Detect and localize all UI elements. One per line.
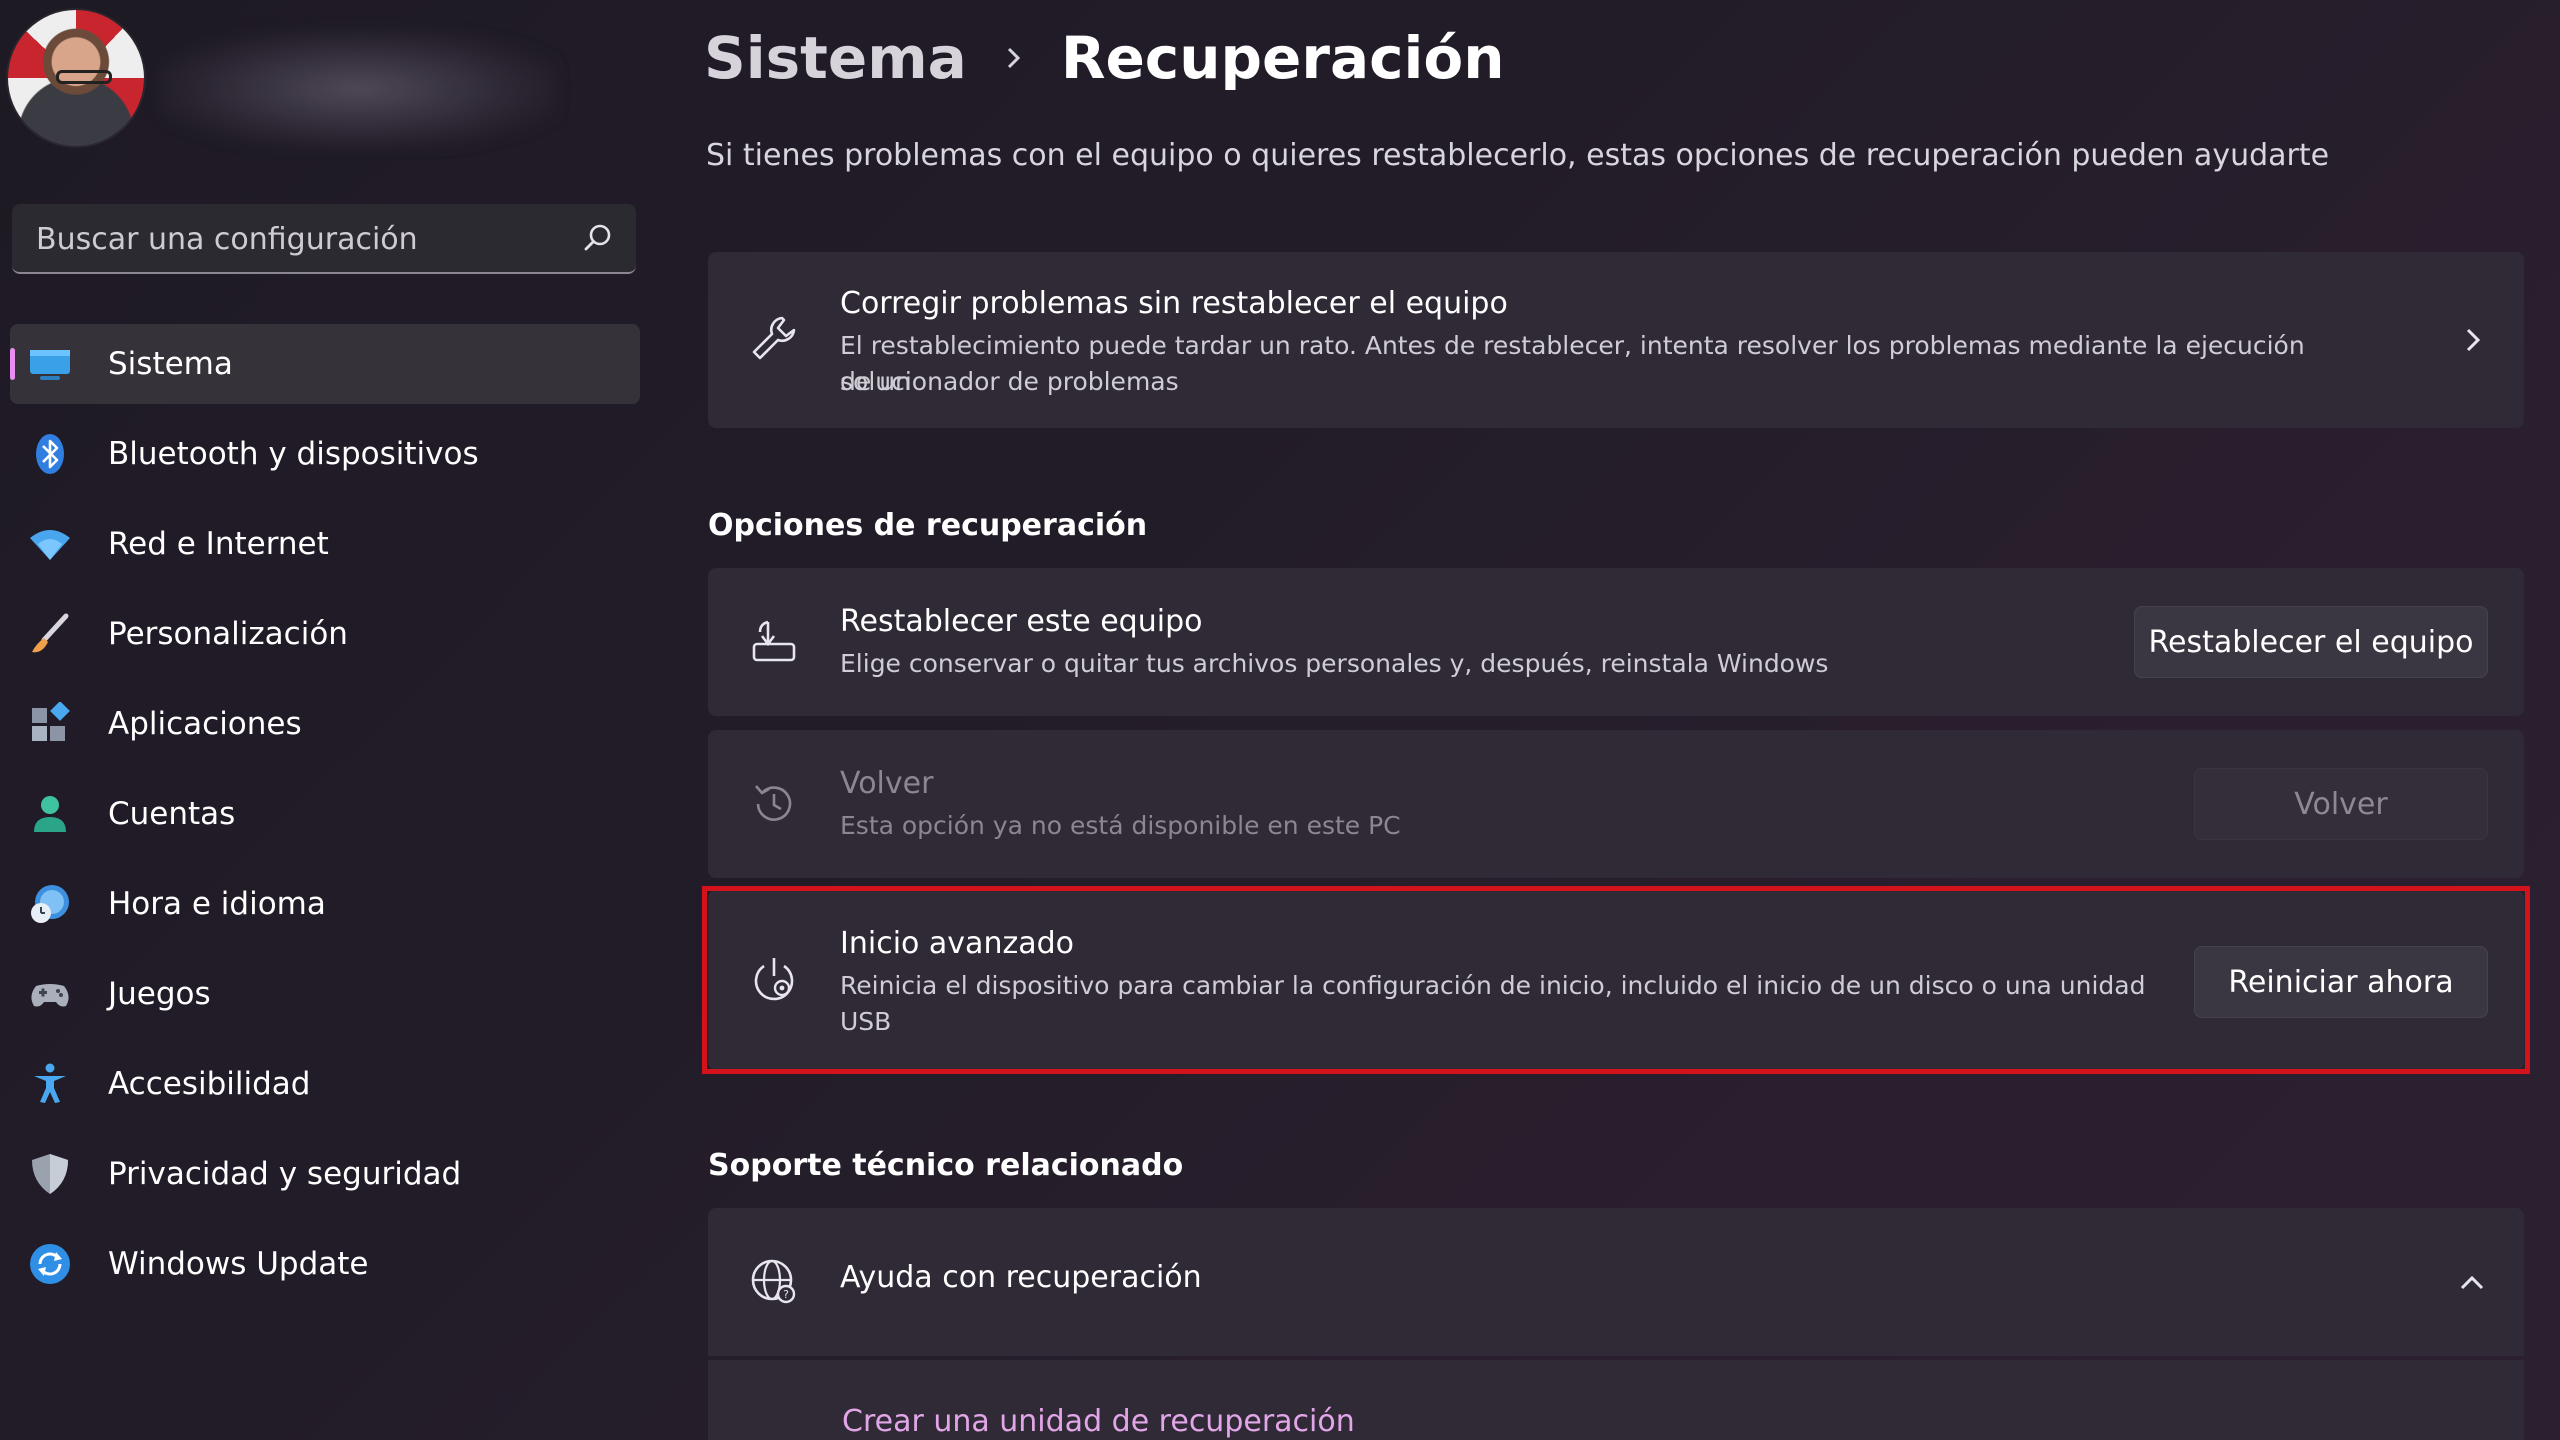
go-back-desc: Esta opción ya no está disponible en est… xyxy=(840,811,1401,840)
search-box[interactable] xyxy=(12,204,636,274)
blurred-account-name xyxy=(158,30,558,148)
page-title: Recuperación xyxy=(1060,24,1505,92)
sidebar-item-label: Personalización xyxy=(108,616,348,652)
advanced-startup-desc: Reinicia el dispositivo para cambiar la … xyxy=(840,971,2146,1000)
monitor-icon xyxy=(30,350,70,380)
help-recovery-card[interactable]: ? Ayuda con recuperación xyxy=(708,1208,2524,1356)
sidebar-item-hora[interactable]: Hora e idioma xyxy=(10,864,640,944)
user-avatar[interactable] xyxy=(8,10,144,146)
sidebar-item-label: Accesibilidad xyxy=(108,1066,311,1102)
shield-icon xyxy=(32,1154,68,1194)
sidebar-item-label: Sistema xyxy=(108,346,233,382)
fix-problems-desc-2: solucionador de problemas xyxy=(840,367,1179,396)
power-settings-icon xyxy=(754,958,794,1001)
search-icon[interactable] xyxy=(582,222,614,254)
help-recovery-title: Ayuda con recuperación xyxy=(840,1260,1202,1295)
gamepad-icon xyxy=(31,984,69,1007)
sidebar-item-label: Hora e idioma xyxy=(108,886,326,922)
sidebar-item-red[interactable]: Red e Internet xyxy=(10,504,640,584)
sidebar-nav: Sistema Bluetooth y dispositivos Red e I… xyxy=(10,324,640,1314)
sidebar-item-windows-update[interactable]: Windows Update xyxy=(10,1224,640,1304)
apps-icon xyxy=(32,702,70,741)
sidebar-item-label: Privacidad y seguridad xyxy=(108,1156,462,1192)
reset-pc-card: Restablecer este equipo Elige conservar … xyxy=(708,568,2524,716)
update-icon xyxy=(30,1244,70,1284)
sidebar-item-label: Juegos xyxy=(108,976,211,1012)
sidebar-item-label: Bluetooth y dispositivos xyxy=(108,436,479,472)
advanced-startup-title: Inicio avanzado xyxy=(840,926,1074,961)
create-recovery-drive-link[interactable]: Crear una unidad de recuperación xyxy=(842,1404,1355,1439)
bluetooth-icon xyxy=(36,434,64,474)
go-back-card: Volver Esta opción ya no está disponible… xyxy=(708,730,2524,878)
fix-problems-card[interactable]: Corregir problemas sin restablecer el eq… xyxy=(708,252,2524,428)
sidebar-item-aplicaciones[interactable]: Aplicaciones xyxy=(10,684,640,764)
search-input[interactable] xyxy=(34,204,558,274)
sidebar-item-label: Windows Update xyxy=(108,1246,369,1282)
breadcrumb-parent[interactable]: Sistema xyxy=(704,24,967,92)
sidebar-item-privacidad[interactable]: Privacidad y seguridad xyxy=(10,1134,640,1214)
sidebar-item-accesibilidad[interactable]: Accesibilidad xyxy=(10,1044,640,1124)
person-icon xyxy=(34,796,66,832)
sidebar-item-label: Red e Internet xyxy=(108,526,329,562)
breadcrumb: Sistema Recuperación xyxy=(704,18,1504,98)
wifi-icon xyxy=(30,530,70,560)
wrench-icon xyxy=(752,316,796,360)
chevron-up-icon[interactable] xyxy=(2456,1268,2488,1296)
brush-icon xyxy=(32,613,69,653)
globe-help-icon: ? xyxy=(751,1259,796,1304)
fix-problems-title: Corregir problemas sin restablecer el eq… xyxy=(840,286,1508,321)
go-back-button[interactable]: Volver xyxy=(2194,768,2488,840)
page-subtitle: Si tienes problemas con el equipo o quie… xyxy=(706,138,2330,173)
reset-pc-button[interactable]: Restablecer el equipo xyxy=(2134,606,2488,678)
accessibility-icon xyxy=(34,1063,66,1103)
chevron-right-icon xyxy=(1007,47,1020,69)
advanced-startup-card: Inicio avanzado Reinicia el dispositivo … xyxy=(708,890,2524,1070)
related-support-heading: Soporte técnico relacionado xyxy=(708,1148,1184,1183)
sidebar-item-personalizacion[interactable]: Personalización xyxy=(10,594,640,674)
sidebar-item-bluetooth[interactable]: Bluetooth y dispositivos xyxy=(10,414,640,494)
advanced-startup-desc-2: USB xyxy=(840,1007,892,1036)
sidebar-item-cuentas[interactable]: Cuentas xyxy=(10,774,640,854)
sidebar-item-sistema[interactable]: Sistema xyxy=(10,324,640,404)
reset-pc-icon xyxy=(752,620,796,662)
sidebar-item-label: Aplicaciones xyxy=(108,706,302,742)
sidebar-item-juegos[interactable]: Juegos xyxy=(10,954,640,1034)
history-icon xyxy=(755,785,792,821)
chevron-right-icon xyxy=(2466,328,2481,352)
avatar-glasses xyxy=(56,70,112,84)
reset-pc-desc: Elige conservar o quitar tus archivos pe… xyxy=(840,649,1829,678)
restart-now-button[interactable]: Reiniciar ahora xyxy=(2194,946,2488,1018)
go-back-title: Volver xyxy=(840,766,934,801)
sidebar-item-label: Cuentas xyxy=(108,796,236,832)
svg-text:?: ? xyxy=(783,1288,789,1301)
reset-pc-title: Restablecer este equipo xyxy=(840,604,1203,639)
recovery-options-heading: Opciones de recuperación xyxy=(708,508,1148,543)
clock-globe-icon xyxy=(31,885,69,923)
